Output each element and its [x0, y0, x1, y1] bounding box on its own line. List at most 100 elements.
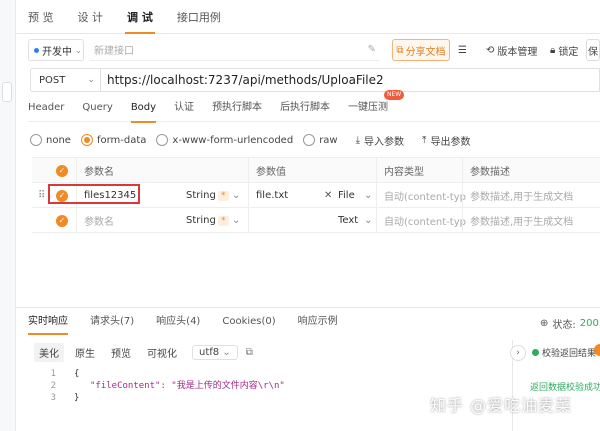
- tab-header[interactable]: Header: [28, 96, 64, 122]
- share-icon: ⧉: [396, 44, 404, 56]
- import-icon: ⤓: [355, 134, 361, 146]
- export-icon: ⤒: [422, 134, 427, 146]
- highlight-box: [48, 184, 140, 204]
- col-param-desc: 参数描述: [470, 167, 510, 178]
- chevron-down-icon[interactable]: ⌄: [364, 208, 372, 233]
- globe-icon: ⊕: [540, 317, 549, 329]
- save-button[interactable]: 保: [586, 39, 600, 61]
- chevron-down-icon[interactable]: ⌄: [232, 183, 240, 208]
- tab-preview[interactable]: 预 览: [16, 9, 66, 33]
- response-tabs: 实时响应 请求头(7) 响应头(4) Cookies(0) 响应示例: [28, 312, 600, 335]
- code-line: 2 "fileContent": "我是上传的文件内容\r\n": [50, 381, 285, 391]
- required-marker[interactable]: *: [218, 208, 229, 233]
- param-name-input[interactable]: 参数名: [84, 208, 114, 233]
- radio-label: form-data: [96, 134, 147, 146]
- content-type-input[interactable]: 自动(content-typ: [384, 183, 466, 208]
- value-type-select[interactable]: File: [338, 183, 355, 208]
- radio-label: x-www-form-urlencoded: [172, 134, 294, 146]
- method-label: POST: [39, 74, 66, 86]
- content-type-input[interactable]: 自动(content-typ: [384, 208, 466, 233]
- watermark: 知乎 @爱吃油麦菜: [430, 396, 573, 415]
- tab-response-headers[interactable]: 响应头(4): [156, 312, 200, 334]
- edit-icon[interactable]: ✎: [368, 44, 376, 55]
- format-preview-button[interactable]: 预览: [106, 343, 136, 362]
- tab-response-examples[interactable]: 响应示例: [298, 312, 338, 334]
- col-content-type: 内容类型: [384, 167, 424, 178]
- list-icon[interactable]: ☰: [458, 39, 467, 61]
- verify-label: 校验返回结果: [542, 349, 597, 359]
- param-value-input[interactable]: file.txt: [256, 183, 288, 208]
- table-header-row: ✓ 参数名 参数值 内容类型 参数描述: [32, 158, 600, 183]
- tab-pre-script[interactable]: 预执行脚本: [212, 96, 262, 122]
- tab-post-script[interactable]: 后执行脚本: [280, 96, 330, 122]
- clear-icon[interactable]: ✕: [324, 183, 332, 208]
- url-input[interactable]: https://localhost:7237/api/methods/Uploa…: [100, 68, 600, 92]
- status-value: 200: [579, 317, 599, 329]
- verify-toggle[interactable]: [594, 344, 600, 356]
- request-tabs: Header Query Body 认证 预执行脚本 后执行脚本 一键压测 NE…: [28, 90, 600, 123]
- radio-raw[interactable]: raw: [303, 134, 338, 146]
- tab-body[interactable]: Body: [130, 96, 157, 123]
- tab-api-cases[interactable]: 接口用例: [165, 9, 233, 33]
- env-select[interactable]: 开发中 ⌄: [28, 39, 84, 61]
- drag-handle-icon[interactable]: ⠿: [38, 183, 45, 208]
- status-label: 状态:: [552, 319, 576, 331]
- lock-button[interactable]: 🔒︎ 锁定: [550, 39, 578, 61]
- copy-icon[interactable]: ⧉: [246, 347, 253, 358]
- collapse-panel-button[interactable]: ›: [510, 345, 526, 361]
- col-param-value: 参数值: [256, 167, 286, 178]
- param-type-select[interactable]: String: [186, 208, 216, 233]
- format-visual-button[interactable]: 可视化: [142, 343, 182, 362]
- radio-none[interactable]: none: [30, 134, 71, 146]
- chevron-down-icon: ⌄: [75, 45, 82, 55]
- param-desc-input[interactable]: 参数描述,用于生成文档: [470, 183, 573, 208]
- left-sidebar-strip: [0, 0, 16, 431]
- import-params-button[interactable]: ⤓ 导入参数: [356, 133, 404, 148]
- format-pretty-button[interactable]: 美化: [34, 342, 64, 362]
- chevron-down-icon: ⌄: [222, 346, 231, 358]
- version-button[interactable]: ⟲ 版本管理: [486, 39, 537, 61]
- chevron-right-icon: ›: [516, 348, 520, 358]
- verify-result-option[interactable]: 校验返回结果: [532, 346, 596, 359]
- radio-icon: [156, 134, 169, 146]
- api-name-input[interactable]: 新建接口 ✎: [90, 39, 380, 61]
- sidebar-handle[interactable]: [2, 82, 12, 102]
- share-doc-button[interactable]: ⧉ 分享文档: [392, 39, 450, 61]
- row-checkbox[interactable]: ✓: [56, 208, 68, 233]
- check-circle-icon: [532, 349, 539, 356]
- param-desc-input[interactable]: 参数描述,用于生成文档: [470, 208, 573, 233]
- format-raw-button[interactable]: 原生: [70, 343, 100, 362]
- tab-design[interactable]: 设 计: [66, 9, 116, 33]
- top-tabs: 预 览 设 计 调 试 接口用例: [16, 0, 600, 34]
- tab-request-headers[interactable]: 请求头(7): [90, 312, 134, 334]
- tab-debug[interactable]: 调 试: [115, 9, 165, 34]
- param-type-select[interactable]: String: [186, 183, 216, 208]
- check-icon: ✓: [56, 214, 68, 227]
- radio-icon: [30, 134, 42, 146]
- export-params-button[interactable]: ⤒ 导出参数: [422, 133, 470, 148]
- method-select[interactable]: POST ⌄: [30, 68, 100, 92]
- encoding-select[interactable]: utf8 ⌄: [192, 344, 238, 360]
- tab-query[interactable]: Query: [82, 96, 112, 122]
- chevron-down-icon[interactable]: ⌄: [232, 208, 240, 233]
- radio-label: none: [46, 134, 71, 146]
- radio-checked-icon: [80, 134, 93, 146]
- chevron-down-icon[interactable]: ⌄: [364, 183, 372, 208]
- tab-stress-test[interactable]: 一键压测: [348, 96, 388, 122]
- status-dot-icon: [34, 47, 39, 53]
- lock-label: 锁定: [558, 46, 579, 58]
- radio-label: raw: [319, 134, 338, 146]
- divider: [16, 307, 600, 308]
- radio-form-data[interactable]: form-data: [80, 134, 147, 146]
- format-toolbar: 美化 原生 预览 可视化 utf8 ⌄ ⧉: [34, 342, 253, 362]
- tab-realtime-response[interactable]: 实时响应: [28, 312, 68, 335]
- select-all-checkbox[interactable]: ✓: [56, 158, 68, 183]
- required-marker[interactable]: *: [218, 183, 229, 208]
- tab-auth[interactable]: 认证: [174, 96, 194, 122]
- value-type-select[interactable]: Text: [338, 208, 358, 233]
- radio-urlencoded[interactable]: x-www-form-urlencoded: [156, 134, 293, 146]
- tab-cookies[interactable]: Cookies(0): [222, 312, 275, 334]
- encoding-label: utf8: [199, 346, 220, 358]
- response-status: ⊕ 状态: 200: [540, 312, 599, 334]
- version-label: 版本管理: [497, 46, 538, 58]
